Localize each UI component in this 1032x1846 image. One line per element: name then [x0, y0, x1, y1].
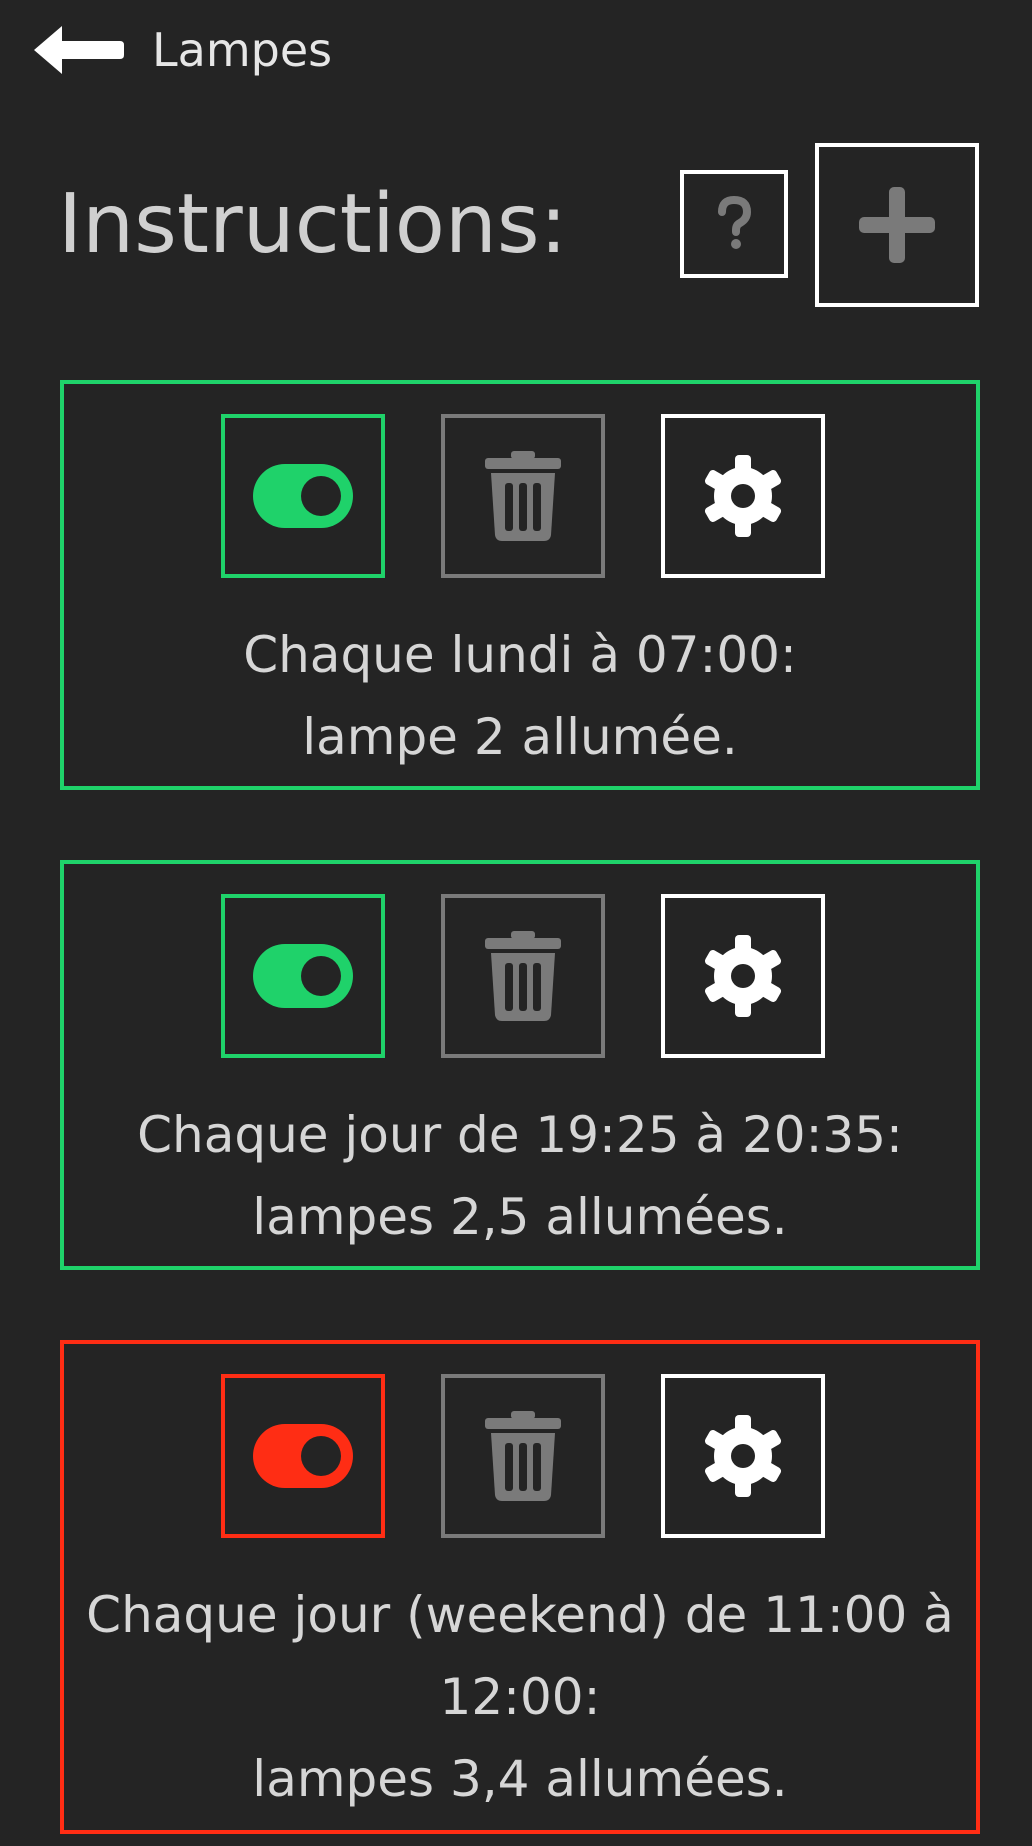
gear-icon — [704, 1415, 782, 1497]
question-icon — [718, 196, 752, 249]
back-button[interactable] — [30, 22, 126, 78]
instruction-card: Chaque lundi à 07:00: lampe 2 allumée. — [60, 380, 980, 790]
settings-button[interactable] — [661, 414, 825, 578]
toggle-on-icon — [253, 464, 353, 528]
enable-toggle-button[interactable] — [221, 894, 385, 1058]
page-title: Lampes — [152, 23, 333, 77]
arrow-left-icon — [34, 26, 124, 74]
delete-button[interactable] — [441, 1374, 605, 1538]
instruction-description: Chaque jour (weekend) de 11:00 à 12:00: … — [84, 1574, 956, 1820]
delete-button[interactable] — [441, 894, 605, 1058]
instruction-action: lampe 2 allumée. — [302, 708, 738, 766]
app-header: Lampes — [0, 0, 1032, 100]
enable-toggle-button[interactable] — [221, 414, 385, 578]
settings-button[interactable] — [661, 894, 825, 1058]
toggle-on-icon — [253, 944, 353, 1008]
trash-icon — [485, 931, 561, 1021]
add-instruction-button[interactable] — [815, 143, 979, 307]
instruction-schedule: Chaque jour (weekend) de 11:00 à — [86, 1586, 954, 1644]
enable-toggle-button[interactable] — [221, 1374, 385, 1538]
instruction-schedule-cont: 12:00: — [439, 1668, 601, 1726]
help-button[interactable] — [680, 170, 788, 278]
card-actions — [64, 894, 976, 1058]
card-actions — [64, 1374, 976, 1538]
toggle-off-icon — [253, 1424, 353, 1488]
plus-icon — [859, 187, 935, 263]
delete-button[interactable] — [441, 414, 605, 578]
instructions-heading: Instructions: — [58, 177, 568, 272]
trash-icon — [485, 1411, 561, 1501]
instruction-action: lampes 2,5 allumées. — [252, 1188, 788, 1246]
gear-icon — [704, 935, 782, 1017]
instruction-card: Chaque jour de 19:25 à 20:35: lampes 2,5… — [60, 860, 980, 1270]
instruction-action: lampes 3,4 allumées. — [252, 1750, 788, 1808]
instruction-description: Chaque jour de 19:25 à 20:35: lampes 2,5… — [84, 1094, 956, 1258]
trash-icon — [485, 451, 561, 541]
instruction-description: Chaque lundi à 07:00: lampe 2 allumée. — [84, 614, 956, 778]
instruction-schedule: Chaque lundi à 07:00: — [243, 626, 797, 684]
settings-button[interactable] — [661, 1374, 825, 1538]
card-actions — [64, 414, 976, 578]
gear-icon — [704, 455, 782, 537]
instruction-card: Chaque jour (weekend) de 11:00 à 12:00: … — [60, 1340, 980, 1834]
instruction-schedule: Chaque jour de 19:25 à 20:35: — [137, 1106, 903, 1164]
